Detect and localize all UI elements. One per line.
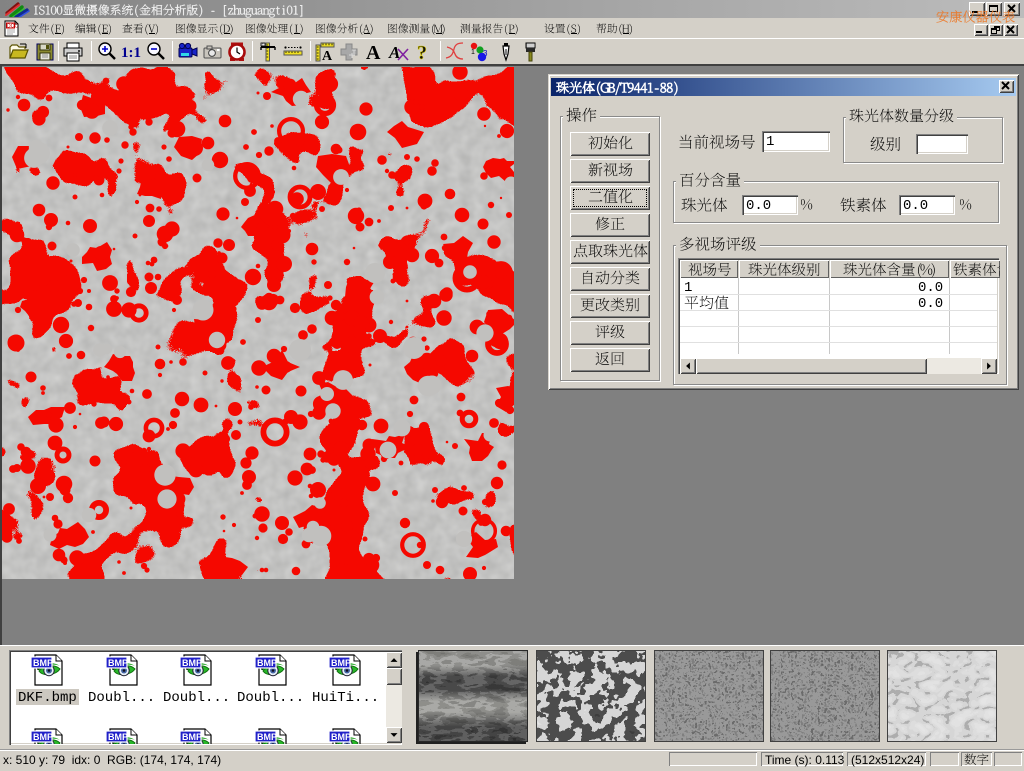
svg-text:1:1: 1:1 [121,45,141,61]
svg-text:A: A [322,49,333,63]
svg-text:1: 1 [471,49,475,56]
svg-text:C: C [262,44,264,48]
svg-text:DOC: DOC [7,24,19,30]
svg-text:A: A [366,42,381,63]
svg-text:?: ? [417,42,427,63]
